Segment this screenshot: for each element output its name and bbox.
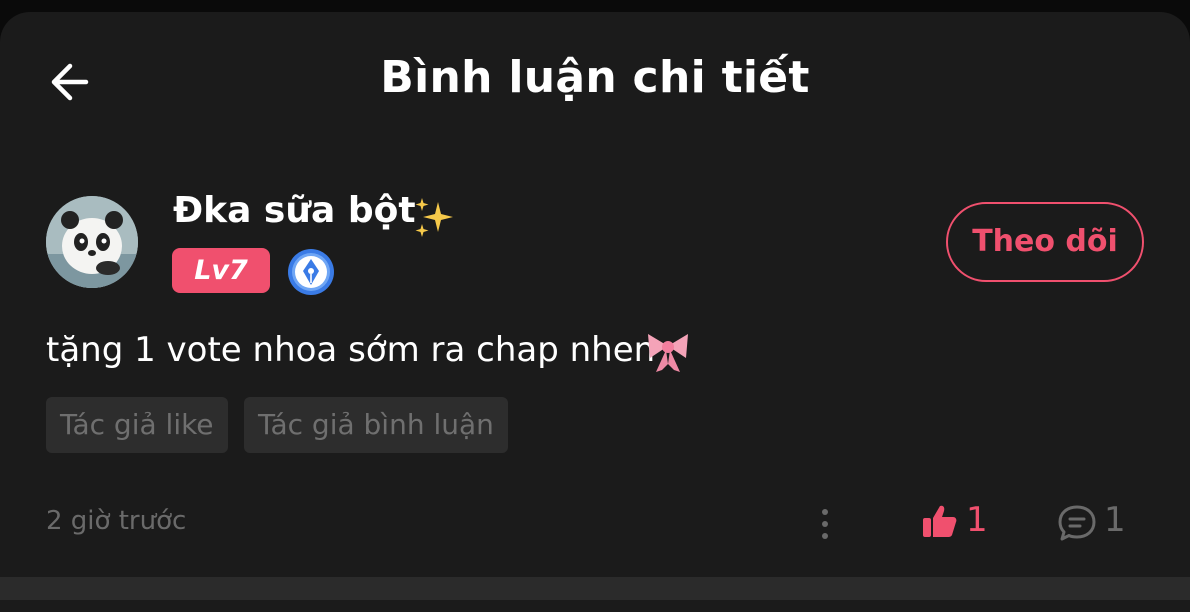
comment-timestamp: 2 giờ trước <box>46 506 187 536</box>
reply-count: 1 <box>1104 500 1126 540</box>
divider-bar <box>0 577 1190 600</box>
comment-text: tặng 1 vote nhoa sớm ra chap nhen <box>46 330 656 370</box>
comment-bubble-icon <box>1058 505 1096 541</box>
pen-nib-badge-icon <box>286 247 336 297</box>
sparkles-icon <box>410 194 458 242</box>
comment-detail-sheet: Bình luận chi tiết Đka sữa bột Lv7 Theo … <box>0 12 1190 612</box>
thumbs-up-icon <box>923 505 957 537</box>
avatar[interactable] <box>46 196 138 288</box>
tag-author-liked: Tác giả like <box>46 397 228 453</box>
level-badge: Lv7 <box>172 248 270 293</box>
header: Bình luận chi tiết <box>0 12 1190 152</box>
tag-author-replied: Tác giả bình luận <box>244 397 508 453</box>
ribbon-icon <box>642 324 694 376</box>
page-title: Bình luận chi tiết <box>380 52 810 103</box>
follow-button[interactable]: Theo dõi <box>946 202 1144 282</box>
more-options-button[interactable] <box>810 504 840 544</box>
more-vertical-icon <box>822 509 828 539</box>
like-count: 1 <box>966 500 988 540</box>
panda-avatar-image <box>46 196 138 288</box>
author-name[interactable]: Đka sữa bột <box>173 190 416 231</box>
